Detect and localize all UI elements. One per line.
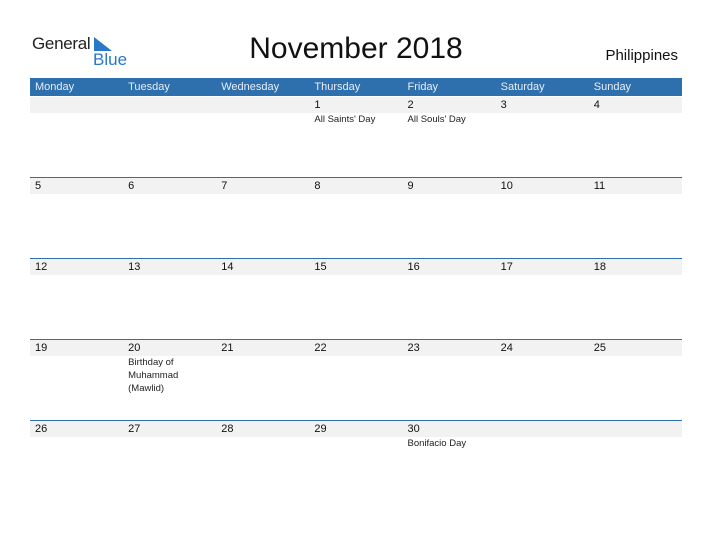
- day-number: [128, 97, 216, 113]
- day-cell: 23: [403, 340, 496, 395]
- day-number: 18: [593, 261, 606, 273]
- day-cell: 3: [496, 97, 589, 126]
- day-number: 15: [314, 261, 327, 273]
- day-cell: 9: [403, 178, 496, 194]
- day-cell: 28: [216, 421, 309, 450]
- day-number: 16: [407, 261, 420, 273]
- day-cell: 5: [30, 178, 123, 194]
- day-number: 12: [35, 261, 48, 273]
- day-cell: 19: [30, 340, 123, 395]
- day-number: [35, 97, 123, 113]
- week-row: 5 6 7 8 9 10 11: [30, 177, 682, 259]
- day-number: 17: [500, 261, 513, 273]
- day-cell: 26: [30, 421, 123, 450]
- day-number: 20: [128, 342, 141, 354]
- day-number: 21: [221, 342, 234, 354]
- day-cell: [216, 97, 309, 126]
- weekday-saturday: Saturday: [500, 81, 545, 93]
- day-number: 29: [314, 423, 327, 435]
- day-number: 13: [128, 261, 141, 273]
- weekday-friday: Friday: [407, 81, 439, 93]
- day-number: 8: [314, 180, 321, 192]
- day-cell: 21: [216, 340, 309, 395]
- day-number: 9: [407, 180, 414, 192]
- weekday-thursday: Thursday: [314, 81, 361, 93]
- day-cell: 10: [496, 178, 589, 194]
- day-number: 26: [35, 423, 48, 435]
- day-cell: [30, 97, 123, 126]
- weekday-tuesday: Tuesday: [128, 81, 170, 93]
- day-number: 14: [221, 261, 234, 273]
- holiday-label: Birthday of Muhammad (Mawlid): [128, 357, 179, 394]
- day-number: 28: [221, 423, 234, 435]
- day-cell: 15: [309, 259, 402, 275]
- day-number: 7: [221, 180, 228, 192]
- holiday-label: All Saints' Day: [314, 114, 376, 125]
- day-cell: 8: [309, 178, 402, 194]
- day-number: 22: [314, 342, 327, 354]
- weekday-header: Monday Tuesday Wednesday Thursday Friday…: [30, 78, 682, 96]
- day-cell: 2 All Souls' Day: [403, 97, 496, 126]
- day-number: 23: [407, 342, 420, 354]
- day-number: 10: [500, 180, 513, 192]
- country-label: Philippines: [605, 47, 678, 64]
- day-cell: 22: [309, 340, 402, 395]
- week-row: 19 20 Birthday of Muhammad (Mawlid) 21 22 23 2…: [30, 339, 682, 421]
- holiday-label: All Souls' Day: [407, 114, 466, 125]
- day-number: 11: [593, 180, 606, 192]
- day-number: [594, 421, 682, 437]
- day-cell: [496, 421, 589, 450]
- weekday-wednesday: Wednesday: [221, 81, 280, 93]
- day-number: 19: [35, 342, 48, 354]
- day-number: 2: [407, 99, 414, 111]
- day-cell: 14: [216, 259, 309, 275]
- day-cell: 4: [589, 97, 682, 126]
- day-cell: 25: [589, 340, 682, 395]
- day-cell: 6: [123, 178, 216, 194]
- day-cell: 1 All Saints' Day: [309, 97, 402, 126]
- day-number: 24: [500, 342, 513, 354]
- day-number: 5: [35, 180, 42, 192]
- day-number: 27: [128, 423, 141, 435]
- week-row: 12 13 14 15 16 17 18: [30, 258, 682, 340]
- weekday-sunday: Sunday: [593, 81, 632, 93]
- day-cell: 27: [123, 421, 216, 450]
- day-number: 4: [593, 99, 600, 111]
- day-number: 25: [593, 342, 606, 354]
- day-cell: 24: [496, 340, 589, 395]
- day-number: [501, 421, 589, 437]
- day-cell: 20 Birthday of Muhammad (Mawlid): [123, 340, 216, 395]
- weekday-monday: Monday: [35, 81, 75, 93]
- day-cell: 11: [589, 178, 682, 194]
- day-cell: 7: [216, 178, 309, 194]
- week-row: 26 27 28 29 30 Bonifacio Day: [30, 420, 682, 502]
- holiday-label: Bonifacio Day: [407, 438, 467, 449]
- week-row: 1 All Saints' Day 2 All Souls' Day 3 4: [30, 96, 682, 177]
- day-cell: [589, 421, 682, 450]
- day-number: 30: [407, 423, 420, 435]
- day-number: 1: [314, 99, 321, 111]
- day-cell: [123, 97, 216, 126]
- day-cell: 12: [30, 259, 123, 275]
- day-number: 3: [500, 99, 507, 111]
- day-cell: 30 Bonifacio Day: [403, 421, 496, 450]
- day-number: [221, 97, 309, 113]
- day-cell: 29: [309, 421, 402, 450]
- day-cell: 13: [123, 259, 216, 275]
- day-cell: 16: [403, 259, 496, 275]
- day-cell: 18: [589, 259, 682, 275]
- day-cell: 17: [496, 259, 589, 275]
- day-number: 6: [128, 180, 135, 192]
